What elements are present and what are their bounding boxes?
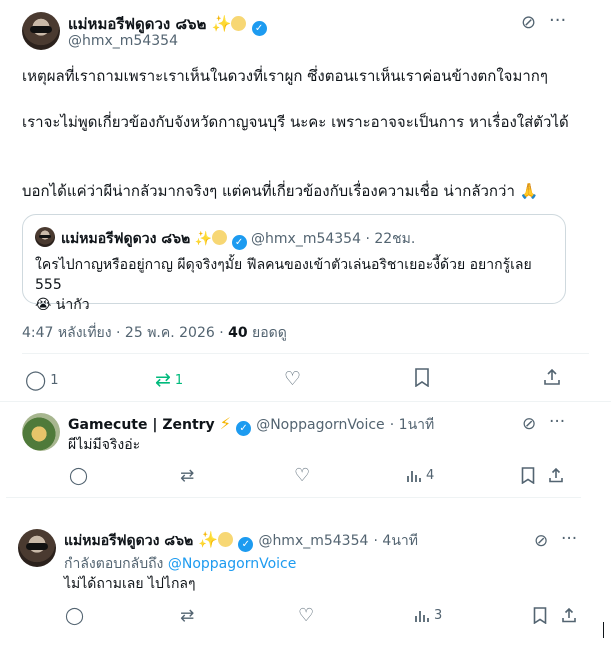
reply-button[interactable]: ◯ 1 xyxy=(25,369,59,391)
verified-icon[interactable]: ✓ xyxy=(238,537,254,552)
reply-icon: ◯ xyxy=(65,606,85,626)
grok-icon[interactable]: ⊘ xyxy=(522,414,536,434)
reply-1-time[interactable]: · 1นาที xyxy=(390,417,434,433)
tweet-paragraph-3: บอกได้แค่ว่าผีน่ากลัวมากจริงๆ แต่คนที่เก… xyxy=(22,182,539,200)
text-cursor xyxy=(603,622,604,638)
more-icon[interactable]: ··· xyxy=(549,412,565,432)
grok-icon[interactable]: ⊘ xyxy=(521,12,536,33)
replying-to-label: กำลังตอบกลับถึง xyxy=(64,556,168,572)
more-icon[interactable]: ··· xyxy=(561,529,577,549)
reply-1-author-row: Gamecute | Zentry ⚡ ✓ @NoppagornVoice · … xyxy=(68,414,434,436)
bookmark-button[interactable] xyxy=(533,607,547,624)
divider xyxy=(22,353,589,354)
reply-2-author-name[interactable]: แม่หมอรีฟดูดวง ๘๖๒ xyxy=(64,533,193,549)
repost-icon: ⇄ xyxy=(155,369,171,391)
avatar[interactable] xyxy=(18,529,56,567)
repost-button[interactable]: ⇄ xyxy=(180,466,194,486)
bookmark-button[interactable] xyxy=(521,467,535,484)
like-button[interactable]: ♡ xyxy=(284,368,301,390)
like-button[interactable]: ♡ xyxy=(294,465,310,486)
quoted-line-1: ใครไปกาญหรืออยู่กาญ ผีดุจริงๆมั้ย ฟีลคนข… xyxy=(35,257,532,293)
views-label: ยอดดู xyxy=(247,325,287,341)
reply-1-text: ผีไม่มีจริงอ่ะ xyxy=(68,437,141,453)
divider xyxy=(6,497,581,498)
divider xyxy=(0,401,611,402)
like-button[interactable]: ♡ xyxy=(298,605,314,626)
sun-emoji xyxy=(212,230,228,245)
share-icon xyxy=(562,607,576,623)
quoted-author-row: แม่หมอรีฟดูดวง ๘๖๒ ✨ ✓ @hmx_m54354 · 22ช… xyxy=(61,228,415,250)
grok-icon[interactable]: ⊘ xyxy=(534,531,548,551)
reply-icon: ◯ xyxy=(25,369,47,391)
author-name[interactable]: แม่หมอรีฟดูดวง ๘๖๒ xyxy=(68,15,206,33)
reply-2-views: 3 xyxy=(434,608,443,623)
bookmark-icon xyxy=(415,368,429,387)
verified-icon: ✓ xyxy=(231,235,247,250)
replying-to-row: กำลังตอบกลับถึง @NoppagornVoice xyxy=(64,553,296,575)
share-button[interactable] xyxy=(561,607,577,623)
sparkle-emoji: ✨ xyxy=(194,231,213,247)
bookmark-icon xyxy=(533,607,547,624)
avatar[interactable] xyxy=(22,12,60,50)
reply-2-author-row: แม่หมอรีฟดูดวง ๘๖๒ ✨ ✓ @hmx_m54354 · 4นา… xyxy=(64,530,418,552)
replying-to-handle[interactable]: @NoppagornVoice xyxy=(168,556,296,572)
repost-button[interactable]: ⇄ 1 xyxy=(155,369,183,391)
quoted-author-handle: @hmx_m54354 xyxy=(251,231,362,247)
bookmark-button[interactable] xyxy=(414,368,430,387)
repost-button[interactable]: ⇄ xyxy=(180,606,194,626)
reply-1-author-name[interactable]: Gamecute | Zentry xyxy=(68,417,215,433)
quoted-line-2: 😭 น่ากัว xyxy=(35,297,90,313)
share-button[interactable] xyxy=(548,467,564,483)
quoted-time: · 22ชม. xyxy=(365,231,416,247)
reply-2-handle[interactable]: @hmx_m54354 xyxy=(258,533,368,549)
avatar[interactable] xyxy=(22,413,60,451)
views-button[interactable]: 3 xyxy=(415,608,442,623)
reply-icon: ◯ xyxy=(69,466,89,486)
views-button[interactable]: 4 xyxy=(407,468,434,483)
like-icon: ♡ xyxy=(284,368,302,390)
reply-2-time[interactable]: · 4นาที xyxy=(374,533,418,549)
reply-button[interactable]: ◯ xyxy=(65,606,84,626)
reply-button[interactable]: ◯ xyxy=(69,466,88,486)
quoted-text: ใครไปกาญหรืออยู่กาญ ผีดุจริงๆมั้ย ฟีลคนข… xyxy=(35,255,555,315)
sun-emoji xyxy=(231,16,247,31)
reply-1-views: 4 xyxy=(426,468,435,483)
sparkle-emoji: ✨ xyxy=(198,530,219,549)
share-button[interactable] xyxy=(543,368,561,386)
reply-count: 1 xyxy=(50,372,59,388)
verified-icon[interactable]: ✓ xyxy=(236,421,252,436)
verified-icon[interactable]: ✓ xyxy=(251,21,267,36)
views-count: 40 xyxy=(228,325,248,341)
repost-count: 1 xyxy=(174,372,184,388)
reply-1-handle[interactable]: @NoppagornVoice xyxy=(256,417,384,433)
share-icon xyxy=(549,467,563,483)
views-icon xyxy=(415,610,429,622)
reply-2-text: ไม่ได้ถามเลย ไปไกลๆ xyxy=(64,576,196,592)
repost-icon: ⇄ xyxy=(180,466,195,486)
tweet-time[interactable]: 4:47 หลังเที่ยง · 25 พ.ค. 2026 · xyxy=(22,325,228,341)
bookmark-icon xyxy=(521,467,535,484)
more-icon[interactable]: ··· xyxy=(549,10,566,31)
share-icon xyxy=(544,368,560,385)
like-icon: ♡ xyxy=(294,465,311,486)
timestamp-row: 4:47 หลังเที่ยง · 25 พ.ค. 2026 · 40 ยอดด… xyxy=(22,322,287,344)
sparkle-emoji: ✨ xyxy=(211,14,232,33)
quoted-tweet[interactable]: แม่หมอรีฟดูดวง ๘๖๒ ✨ ✓ @hmx_m54354 · 22ช… xyxy=(22,214,566,313)
like-icon: ♡ xyxy=(298,605,315,626)
views-icon xyxy=(407,470,421,482)
quoted-author-name: แม่หมอรีฟดูดวง ๘๖๒ xyxy=(61,231,191,247)
sun-emoji xyxy=(218,532,234,547)
tweet-paragraph-2: เราจะไม่พูดเกี่ยวข้องกับจังหวัดกาญจนบุรี… xyxy=(22,113,569,131)
lightning-emoji: ⚡ xyxy=(219,414,231,433)
avatar xyxy=(35,227,55,247)
author-handle[interactable]: @hmx_m54354 xyxy=(68,33,178,49)
repost-icon: ⇄ xyxy=(180,606,195,626)
tweet-paragraph-1: เหตุผลที่เราถามเพราะเราเห็นในดวงที่เราผู… xyxy=(22,67,548,85)
